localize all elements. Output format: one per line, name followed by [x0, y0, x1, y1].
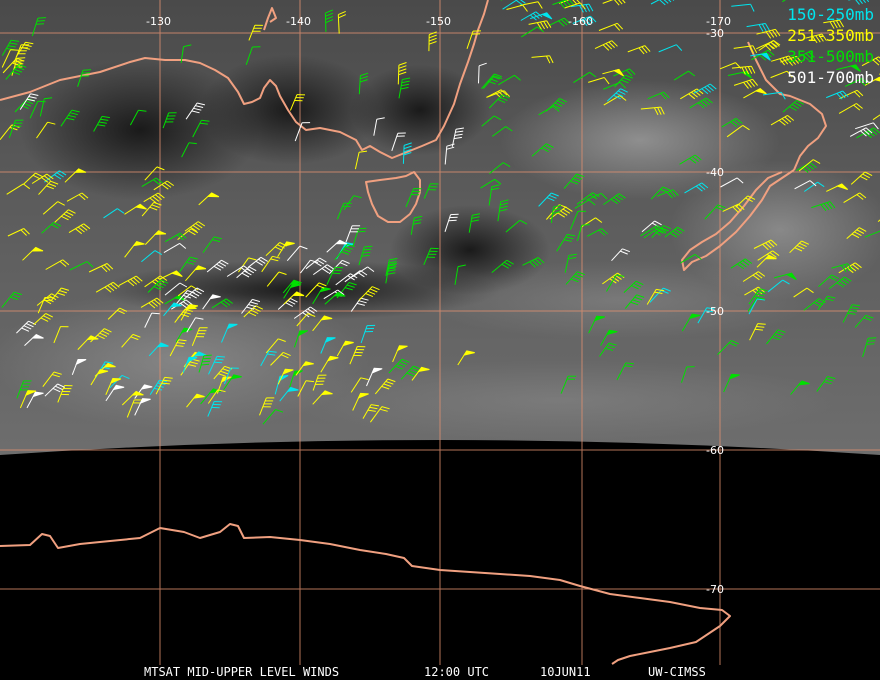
- lat-label: -40: [706, 166, 724, 179]
- footer-source: UW-CIMSS: [648, 665, 706, 679]
- legend-entry-150-250mb: 150-250mb: [787, 5, 874, 24]
- lon-label: -150: [426, 15, 451, 28]
- legend-entry-351-500mb: 351-500mb: [787, 47, 874, 66]
- footer-time: 12:00 UTC: [424, 665, 490, 679]
- lon-label: -140: [286, 15, 311, 28]
- lon-label: -160: [568, 15, 593, 28]
- lat-label: -60: [706, 444, 724, 457]
- footer-date: 10JUN11: [540, 665, 591, 679]
- pressure-level-legend: 150-250mb 251-350mb 351-500mb 501-700mb: [787, 4, 874, 88]
- footer-product: MTSAT MID-UPPER LEVEL WINDS: [144, 665, 340, 679]
- lat-label: -50: [706, 305, 724, 318]
- map-canvas: -130 -140 -150 -160 -170 -30 -40 -50 -60…: [0, 0, 880, 665]
- legend-entry-251-350mb: 251-350mb: [787, 26, 874, 45]
- lat-label: -30: [706, 27, 724, 40]
- lon-label: -130: [146, 15, 171, 28]
- legend-entry-501-700mb: 501-700mb: [787, 68, 874, 87]
- satellite-wind-map: -130 -140 -150 -160 -170 -30 -40 -50 -60…: [0, 0, 880, 680]
- product-footer: MTSAT MID-UPPER LEVEL WINDS 12:00 UTC 10…: [0, 595, 880, 679]
